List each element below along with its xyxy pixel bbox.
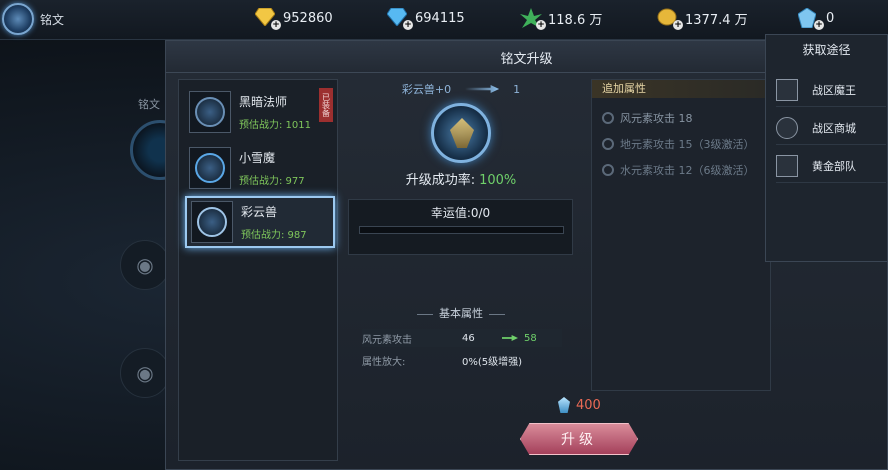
item-power: 预估战力: 987 — [241, 230, 307, 241]
additional-attr-text: 风元素攻击 18 — [620, 112, 693, 125]
coins-icon — [776, 116, 798, 139]
arrow-right-icon — [502, 335, 518, 341]
inscription-item-dark-mage[interactable]: 黑暗法师 预估战力: 1011 已装备 — [185, 86, 335, 138]
resource-value: 0 — [826, 10, 835, 26]
resource-blue-diamond[interactable]: + 694115 — [386, 7, 465, 30]
cost-value: 400 — [576, 397, 601, 413]
selected-inscription-icon — [431, 103, 491, 163]
item-power: 预估战力: 977 — [239, 176, 305, 187]
blue-diamond-icon: + — [386, 7, 413, 30]
resource-value: 694115 — [415, 10, 465, 26]
obtain-item-label: 黄金部队 — [812, 159, 856, 173]
inscription-item-snow-demon[interactable]: 小雪魔 预估战力: 977 — [185, 142, 335, 194]
banner-icon — [776, 154, 798, 177]
blue-crystal-icon: + — [797, 7, 824, 30]
item-power: 预估战力: 1011 — [239, 120, 311, 131]
attr-row: 风元素攻击 46 58 — [362, 329, 562, 347]
success-rate-label: 升级成功率: — [405, 173, 476, 188]
inscription-list: 黑暗法师 预估战力: 1011 已装备 小雪魔 预估战力: 977 彩云兽 预估… — [178, 79, 338, 461]
attr-row: 属性放大: 0%(5级增强) — [362, 351, 562, 369]
luck-progress-bar — [359, 226, 564, 234]
lock-icon: ◉ — [120, 240, 170, 290]
current-level: 彩云兽+0 — [401, 83, 452, 96]
resource-green-herb[interactable]: + 118.6 万 — [520, 8, 603, 30]
luck-box: 幸运值:0/0 — [348, 199, 573, 255]
additional-attr-row: 水元素攻击 12（6级激活） — [602, 162, 755, 178]
inscription-item-cloud-beast[interactable]: 彩云兽 预估战力: 987 — [185, 196, 335, 248]
resource-gold-coin[interactable]: + 1377.4 万 — [657, 8, 748, 30]
inscription-orb-icon — [2, 3, 34, 35]
arrow-right-icon — [465, 85, 500, 93]
resource-value: 118.6 万 — [548, 12, 603, 28]
additional-attr-row: 地元素攻击 15（3级激活） — [602, 136, 755, 152]
background-side-label: 铭文 — [138, 98, 160, 111]
equipped-tag: 已装备 — [319, 88, 333, 122]
attr-label: 属性放大: — [362, 356, 406, 368]
resource-value: 952860 — [283, 10, 333, 26]
additional-attr-row: 风元素攻击 18 — [602, 110, 693, 126]
obtain-item-label: 战区商城 — [812, 121, 856, 135]
upgrade-cost: 400 — [558, 397, 601, 413]
inscription-menu-button[interactable]: 铭文 — [2, 2, 64, 36]
attr-current: 0%(5级增强) — [462, 356, 523, 368]
obtain-item-zone-shop[interactable]: 战区商城 — [776, 111, 886, 145]
obtain-title: 获取途径 — [802, 43, 851, 57]
cloud-beast-icon — [191, 201, 233, 243]
gold-gem-icon: + — [254, 7, 281, 30]
gear-icon — [602, 164, 614, 176]
menu-label: 铭文 — [40, 12, 65, 27]
obtain-methods-panel: 获取途径 战区魔王 战区商城 黄金部队 — [765, 34, 888, 262]
crystal-icon — [558, 397, 570, 413]
resource-gold-gem[interactable]: + 952860 — [254, 7, 333, 30]
snow-demon-icon — [189, 147, 231, 189]
top-resource-bar: 铭文 + 952860 + 694115 + 118.6 万 + 1377.4 … — [0, 0, 888, 40]
additional-attr-text: 水元素攻击 12（6级激活） — [620, 164, 755, 177]
upgrade-button[interactable]: 升级 — [520, 423, 638, 455]
gear-icon — [602, 138, 614, 150]
luck-label: 幸运值:0/0 — [430, 206, 491, 220]
attr-next: 58 — [524, 332, 537, 344]
item-name: 小雪魔 — [239, 151, 276, 165]
additional-attributes-title: 追加属性 — [592, 80, 770, 98]
success-rate-value: 100% — [479, 173, 517, 188]
upgrade-detail: 彩云兽+0 1 升级成功率: 100% 幸运值:0/0 基本属性 风元素攻击 46… — [346, 79, 576, 389]
item-name: 黑暗法师 — [239, 95, 288, 109]
green-herb-icon: + — [520, 8, 546, 30]
next-level: 1 — [513, 82, 521, 96]
resource-value: 1377.4 万 — [685, 12, 748, 28]
castle-icon — [776, 78, 798, 101]
dark-mage-icon — [189, 91, 231, 133]
attr-current: 46 — [462, 332, 475, 344]
gear-icon — [602, 112, 614, 124]
resource-blue-crystal[interactable]: + 0 — [797, 7, 835, 30]
additional-attr-text: 地元素攻击 15（3级激活） — [620, 138, 755, 151]
success-rate: 升级成功率: 100% — [346, 169, 576, 188]
obtain-item-zone-boss[interactable]: 战区魔王 — [776, 73, 886, 107]
lock-icon-2: ◉ — [120, 348, 170, 398]
attr-label: 风元素攻击 — [362, 334, 412, 346]
basic-attributes-title: 基本属性 — [346, 305, 576, 321]
obtain-item-label: 战区魔王 — [812, 83, 856, 97]
upgrade-level-row: 彩云兽+0 1 — [346, 79, 576, 99]
obtain-item-gold-troop[interactable]: 黄金部队 — [776, 149, 886, 183]
additional-attributes: 追加属性 风元素攻击 18 地元素攻击 15（3级激活） 水元素攻击 12（6级… — [591, 79, 771, 391]
item-name: 彩云兽 — [241, 205, 278, 219]
gold-coin-icon: + — [657, 8, 683, 30]
